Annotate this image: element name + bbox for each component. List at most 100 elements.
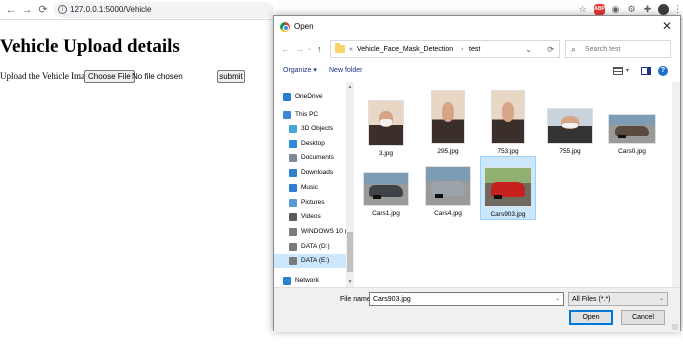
back-icon[interactable]: ← — [4, 3, 18, 17]
preview-pane-icon[interactable] — [641, 67, 651, 75]
dialog-titlebar[interactable]: Open ✕ — [274, 16, 680, 38]
drive-icon — [289, 243, 297, 251]
cube-icon — [289, 125, 297, 133]
radio-wave-icon[interactable]: ◉ — [610, 4, 621, 15]
cancel-button[interactable]: Cancel — [621, 310, 665, 325]
file-name: 295.jpg — [437, 148, 459, 155]
view-options-icon[interactable] — [613, 67, 623, 75]
new-folder-button[interactable]: New folder — [329, 65, 362, 77]
file-tile[interactable]: Cars4.jpg — [420, 156, 476, 220]
file-grid-scrollbar[interactable] — [672, 82, 680, 287]
file-type-value: All Files (*.*) — [572, 296, 611, 303]
nav-item[interactable]: Videos — [274, 210, 346, 224]
nav-item[interactable]: This PC — [274, 108, 346, 122]
document-icon — [289, 154, 297, 162]
dialog-navigation-bar: ← → ⌄ ↑ « Vehicle_Face_Mask_Detection › … — [274, 38, 680, 60]
path-bar[interactable]: « Vehicle_Face_Mask_Detection › test ⌄ ⟳ — [330, 40, 560, 58]
download-icon — [289, 169, 297, 177]
scroll-down-icon[interactable]: ▼ — [347, 279, 353, 285]
nav-item-label: Desktop — [301, 140, 325, 147]
nav-item[interactable]: DATA (D:) — [274, 240, 346, 254]
file-thumbnail — [484, 167, 532, 207]
nav-item[interactable]: Network — [274, 274, 346, 288]
cloud-icon — [283, 93, 291, 101]
chevron-down-icon[interactable]: ▾ — [626, 66, 629, 76]
nav-item[interactable]: Desktop — [274, 137, 346, 151]
file-name: 753.jpg — [497, 148, 519, 155]
choose-file-button[interactable]: Choose File — [84, 70, 135, 83]
file-thumbnail — [425, 166, 471, 206]
open-file-dialog: Open ✕ ← → ⌄ ↑ « Vehicle_Face_Mask_Detec… — [273, 15, 681, 332]
nav-item[interactable]: Downloads — [274, 166, 346, 180]
chevron-down-icon[interactable]: ⌄ — [555, 294, 560, 305]
nav-item[interactable]: 3D Objects — [274, 122, 346, 136]
navigation-scrollbar[interactable]: ▲ ▼ — [346, 82, 354, 287]
file-tile[interactable]: 753.jpg — [480, 86, 536, 164]
scrollbar-thumb[interactable] — [347, 232, 353, 272]
path-segment-test[interactable]: test — [469, 44, 480, 55]
file-name-label: File name: — [340, 296, 373, 303]
refresh-icon[interactable]: ⟳ — [547, 44, 554, 55]
resize-grip-icon[interactable] — [672, 324, 678, 330]
star-icon[interactable]: ☆ — [577, 4, 588, 15]
pictures-icon — [289, 199, 297, 207]
path-segment-project[interactable]: Vehicle_Face_Mask_Detection — [357, 44, 453, 55]
up-arrow-icon[interactable]: ↑ — [317, 43, 322, 55]
close-icon[interactable]: ✕ — [662, 19, 672, 33]
video-icon — [289, 213, 297, 221]
scroll-up-icon[interactable]: ▲ — [347, 84, 353, 90]
organize-button[interactable]: Organize ▾ — [283, 65, 317, 77]
chevron-down-icon[interactable]: ⌄ — [307, 43, 312, 55]
nav-item-label: This PC — [295, 111, 319, 118]
path-separator: › — [461, 46, 464, 53]
file-name-input[interactable]: Cars903.jpg ⌄ — [369, 292, 564, 306]
avatar-icon[interactable] — [658, 4, 669, 15]
nav-item-label: Pictures — [301, 199, 325, 206]
file-thumbnail — [547, 108, 593, 144]
nav-item-label: Documents — [301, 154, 334, 161]
page-title: Vehicle Upload details — [0, 36, 180, 57]
nav-item[interactable]: OneDrive — [274, 90, 346, 104]
file-name: Cars903.jpg — [490, 211, 526, 218]
forward-icon[interactable]: → — [20, 3, 34, 17]
file-tile[interactable]: Cars903.jpg — [480, 156, 536, 220]
help-icon[interactable]: ? — [658, 66, 668, 76]
upload-label: Upload the Vehicle Image — [0, 71, 94, 81]
file-name: 755.jpg — [559, 148, 581, 155]
nav-item[interactable]: WINDOWS 10 (C — [274, 225, 352, 239]
file-name: Cars4.jpg — [434, 210, 462, 217]
computer-icon — [283, 111, 291, 119]
dialog-footer: File name: Cars903.jpg ⌄ All Files (*.*)… — [274, 287, 680, 332]
open-button[interactable]: Open — [569, 310, 613, 325]
gear-icon[interactable]: ⚙ — [626, 4, 637, 15]
file-type-select[interactable]: All Files (*.*) ⌄ — [568, 292, 668, 306]
submit-button[interactable]: submit — [217, 70, 245, 83]
forward-icon[interactable]: → — [295, 43, 304, 55]
music-icon — [289, 184, 297, 192]
drive-icon — [289, 257, 297, 265]
file-tile[interactable]: Cars0.jpg — [604, 94, 660, 158]
chrome-icon — [280, 22, 290, 32]
info-icon[interactable]: i — [58, 5, 67, 14]
file-thumbnail — [368, 100, 404, 146]
search-placeholder: Search test — [585, 46, 621, 53]
nav-item[interactable]: DATA (E:) — [274, 254, 346, 268]
file-tile[interactable]: 295.jpg — [420, 86, 476, 164]
nav-item[interactable]: Documents — [274, 151, 346, 165]
puzzle-icon[interactable]: ✚ — [642, 4, 653, 15]
file-tile[interactable]: 755.jpg — [542, 94, 598, 158]
search-input[interactable]: ⌕ Search test — [565, 40, 671, 58]
address-bar[interactable]: i 127.0.0.1:5000/Vehicle — [54, 2, 274, 18]
path-overflow[interactable]: « — [349, 44, 353, 55]
back-icon[interactable]: ← — [281, 43, 290, 55]
nav-item[interactable]: Music — [274, 181, 346, 195]
reload-icon[interactable]: ⟳ — [36, 3, 50, 17]
file-tile[interactable]: Cars1.jpg — [358, 156, 414, 220]
nav-item[interactable]: Pictures — [274, 196, 346, 210]
chevron-down-icon[interactable]: ⌄ — [525, 44, 532, 55]
file-thumbnail — [431, 90, 465, 144]
adblock-icon[interactable]: ABP — [594, 4, 605, 15]
kebab-menu-icon[interactable]: ⋮ — [672, 4, 683, 15]
nav-item-label: OneDrive — [295, 93, 323, 100]
file-tile[interactable]: 3.jpg — [358, 94, 414, 158]
